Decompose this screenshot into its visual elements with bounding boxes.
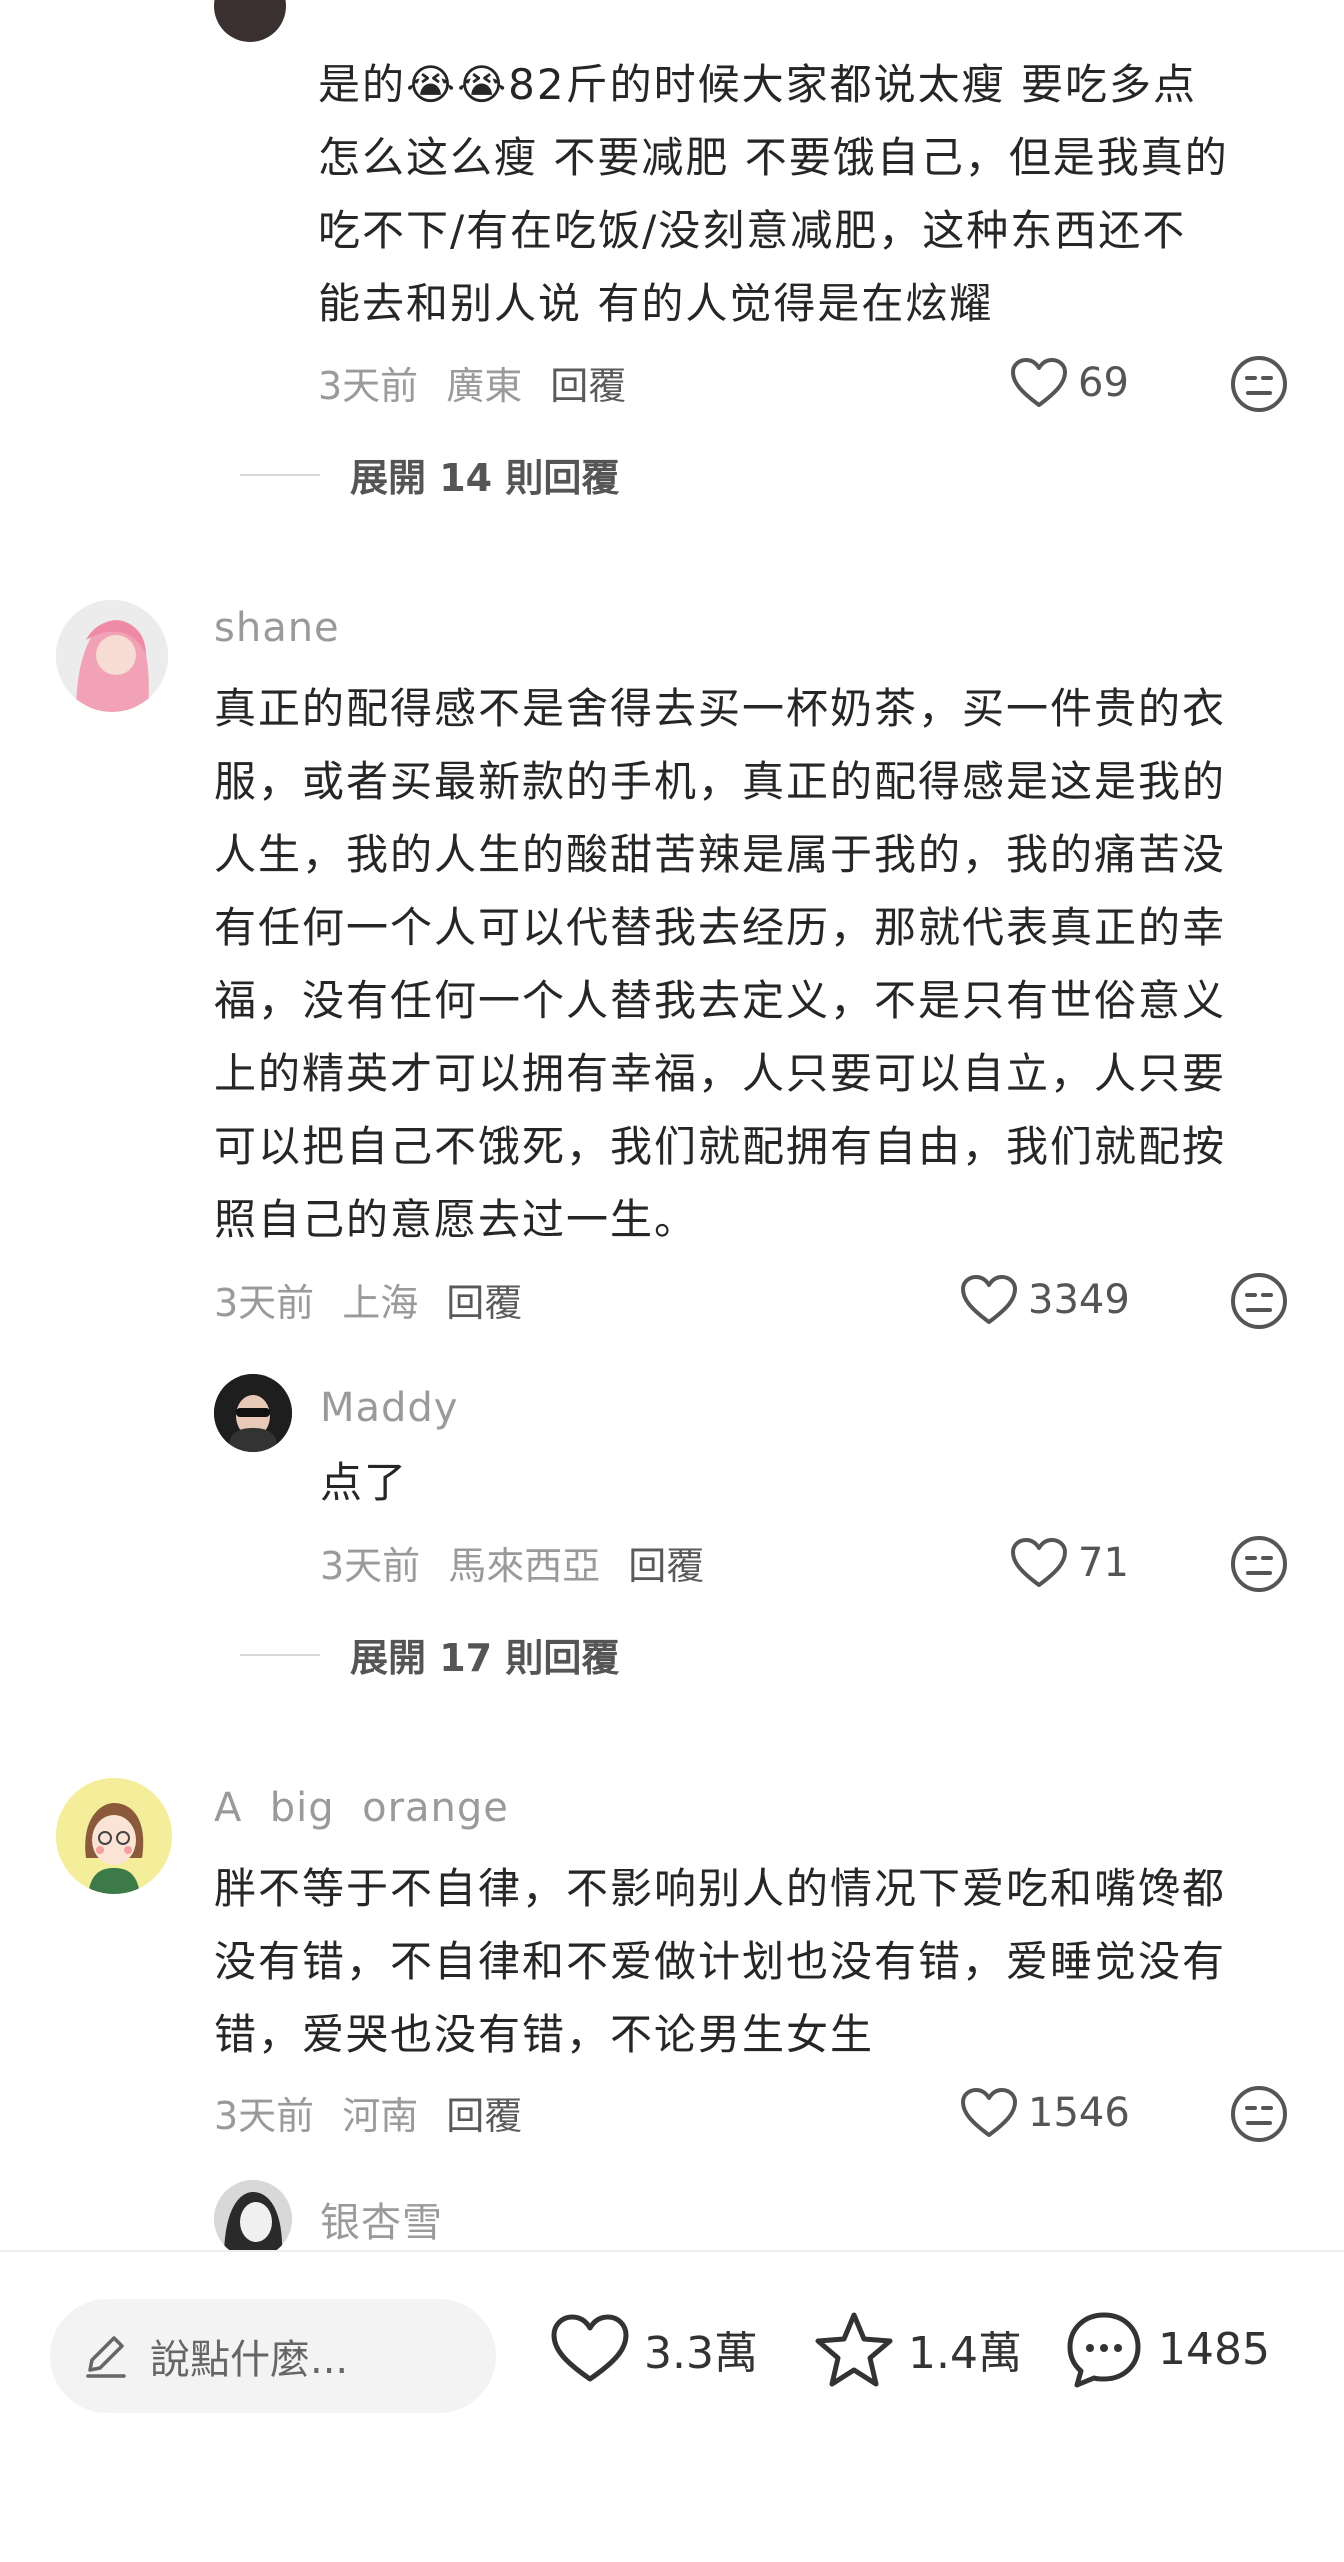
like-button[interactable]: 1546 <box>960 2087 1130 2139</box>
favorite-button[interactable]: 1.4萬 <box>812 2307 1022 2391</box>
comment-text: 点了 <box>320 1458 409 1507</box>
heart-icon <box>1011 1538 1067 1587</box>
star-icon <box>815 2312 893 2387</box>
like-post-button[interactable]: 3.3萬 <box>548 2307 758 2391</box>
heart-icon <box>961 1275 1017 1324</box>
avatar[interactable] <box>56 1778 172 1894</box>
neutral-face-icon[interactable] <box>1230 2085 1288 2143</box>
input-placeholder: 說點什麼... <box>150 2337 349 2383</box>
comment-meta: 3天前 馬來西亞 回覆 <box>320 1535 704 1590</box>
comment-location: 河南 <box>342 2094 419 2138</box>
divider <box>240 1653 320 1656</box>
favorite-count: 1.4萬 <box>908 2328 1022 2379</box>
comment-text: 是的😭😭82斤的时候大家都说太瘦 要吃多点 怎么这么瘦 不要减肥 不要饿自己，但… <box>318 60 1229 328</box>
heart-icon <box>961 2088 1017 2137</box>
comment-location: 上海 <box>342 1281 419 1325</box>
neutral-face-icon[interactable] <box>1230 1272 1288 1330</box>
comment-time: 3天前 <box>320 1544 421 1588</box>
comment-total-count: 1485 <box>1158 2323 1270 2375</box>
like-button[interactable]: 3349 <box>960 1274 1130 1326</box>
reply-button[interactable]: 回覆 <box>550 355 626 410</box>
comment-time: 3天前 <box>318 364 419 408</box>
like-button[interactable]: 69 <box>1010 357 1129 409</box>
heart-icon <box>551 2314 629 2382</box>
like-count: 69 <box>1078 360 1129 406</box>
divider <box>240 473 320 476</box>
avatar[interactable] <box>56 600 168 712</box>
comment-input[interactable]: 說點什麼... <box>50 2299 496 2413</box>
like-count: 3349 <box>1028 1277 1130 1323</box>
reply-button[interactable]: 回覆 <box>628 1535 704 1590</box>
bottom-bar: 說點什麼... 3.3萬 1.4萬 1485 <box>0 2250 1344 2562</box>
pencil-icon <box>86 2336 126 2378</box>
like-count: 71 <box>1078 1540 1129 1586</box>
username[interactable]: A big orange <box>214 1785 509 1831</box>
avatar[interactable] <box>214 0 286 42</box>
username[interactable]: Maddy <box>320 1385 458 1431</box>
expand-replies-button[interactable]: 展開 17 則回覆 <box>240 1627 619 1682</box>
username[interactable]: 银杏雪 <box>320 2190 443 2248</box>
comment-text: 胖不等于不自律，不影响别人的情况下爱吃和嘴馋都 没有错，不自律和不爱做计划也没有… <box>214 1864 1227 2059</box>
neutral-face-icon[interactable] <box>1230 355 1288 413</box>
username[interactable]: shane <box>214 605 340 651</box>
comment-time: 3天前 <box>214 2094 315 2138</box>
like-button[interactable]: 71 <box>1010 1537 1129 1589</box>
heart-icon <box>1011 358 1067 407</box>
expand-replies-button[interactable]: 展開 14 則回覆 <box>240 447 619 502</box>
comment-location: 馬來西亞 <box>448 1544 601 1588</box>
reply-button[interactable]: 回覆 <box>446 2085 522 2140</box>
reply-button[interactable]: 回覆 <box>446 1272 522 1327</box>
comment-meta: 3天前 廣東 回覆 <box>318 355 626 410</box>
comment-time: 3天前 <box>214 1281 315 1325</box>
avatar[interactable] <box>214 2180 292 2258</box>
comment-location: 廣東 <box>446 364 523 408</box>
avatar[interactable] <box>214 1374 292 1452</box>
comment-meta: 3天前 河南 回覆 <box>214 2085 522 2140</box>
comment-text: 真正的配得感不是舍得去买一杯奶茶，买一件贵的衣 服，或者买最新款的手机，真正的配… <box>214 684 1227 1244</box>
like-count: 1546 <box>1028 2090 1130 2136</box>
comment-count-button[interactable]: 1485 <box>1062 2307 1270 2391</box>
like-post-count: 3.3萬 <box>644 2328 758 2379</box>
neutral-face-icon[interactable] <box>1230 1535 1288 1593</box>
comment-meta: 3天前 上海 回覆 <box>214 1272 522 1327</box>
chat-bubble-icon <box>1067 2312 1141 2388</box>
